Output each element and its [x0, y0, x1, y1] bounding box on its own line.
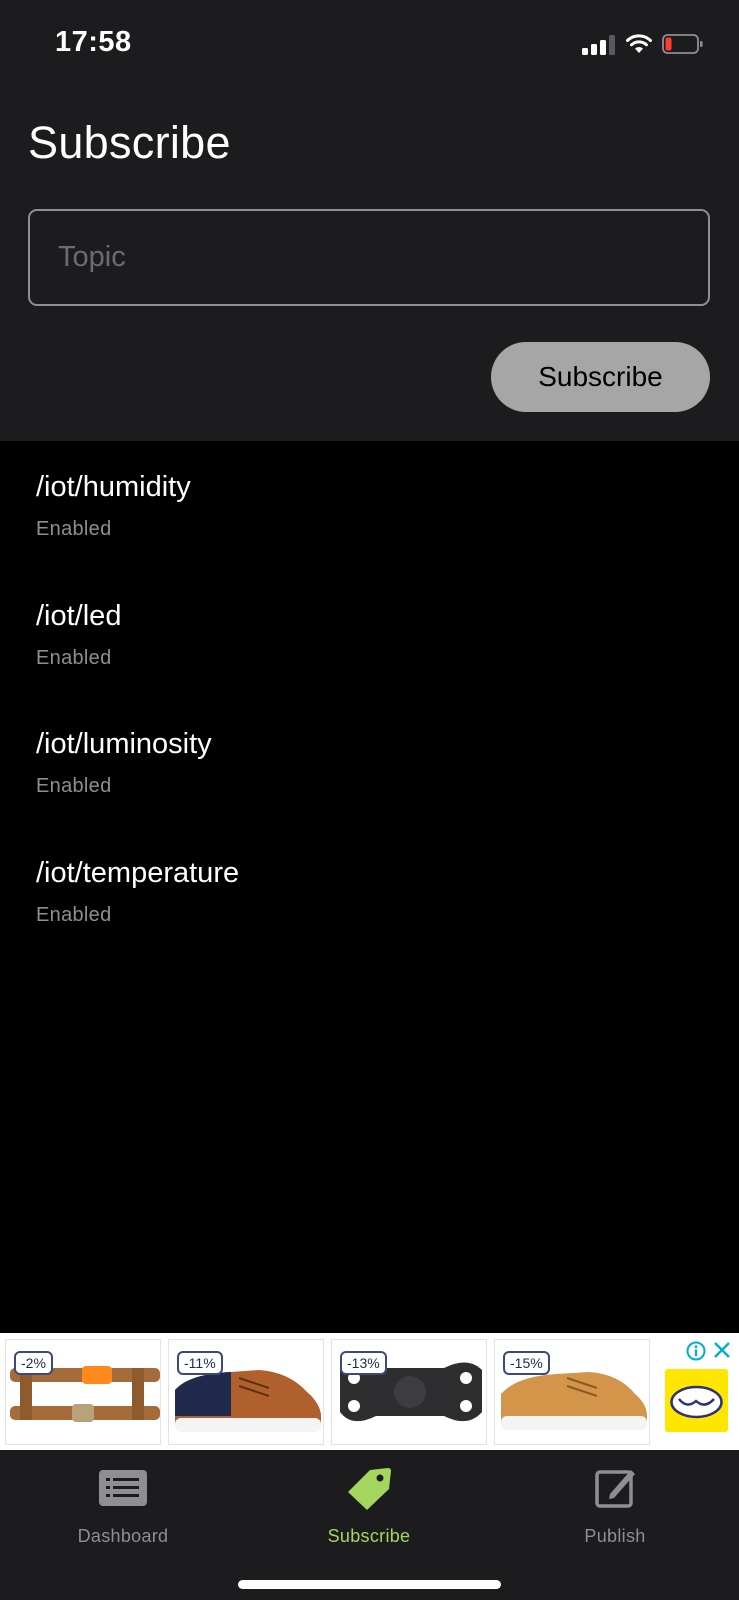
topic-status: Enabled [36, 646, 112, 669]
ad-product-card[interactable]: -13% [331, 1339, 487, 1445]
tab-label: Subscribe [327, 1526, 411, 1546]
topic-input[interactable] [28, 209, 710, 306]
ad-discount-badge: -15% [503, 1351, 550, 1375]
list-icon [99, 1470, 147, 1506]
topic-list-item[interactable]: /iot/temperature Enabled [0, 827, 739, 956]
topic-list: /iot/humidity Enabled /iot/led Enabled /… [0, 441, 739, 955]
page-title: Subscribe [28, 117, 231, 168]
topic-status: Enabled [36, 518, 112, 540]
tab-dashboard[interactable]: Dashboard [0, 1450, 246, 1560]
status-time: 17:58 [55, 26, 132, 58]
ad-product-card[interactable]: -11% [168, 1339, 324, 1445]
ad-discount-badge: -11% [177, 1351, 223, 1375]
ad-close-icon[interactable] [713, 1341, 731, 1359]
topic-name: /iot/led [36, 599, 122, 632]
topic-name: /iot/temperature [36, 856, 240, 889]
ad-info-icon[interactable] [686, 1341, 706, 1361]
compose-icon [595, 1470, 635, 1508]
topic-status: Enabled [36, 903, 112, 926]
tab-subscribe[interactable]: Subscribe [246, 1450, 492, 1560]
ad-discount-badge: -13% [340, 1351, 387, 1375]
tab-label: Dashboard [77, 1526, 169, 1546]
home-indicator[interactable] [238, 1580, 501, 1589]
topic-name: /iot/humidity [36, 471, 191, 503]
tab-publish[interactable]: Publish [492, 1450, 738, 1560]
ad-discount-badge: -2% [14, 1351, 53, 1375]
topic-list-item[interactable]: /iot/luminosity Enabled [0, 698, 739, 827]
topic-name: /iot/luminosity [36, 728, 212, 760]
subscribe-button[interactable]: Subscribe [491, 342, 710, 412]
header-area: 17:58 Subscribe Subscribe [0, 0, 739, 441]
tab-bar: Dashboard Subscribe Publish [0, 1450, 739, 1600]
cellular-signal-icon [582, 33, 616, 55]
battery-low-icon [662, 34, 703, 54]
topic-list-item[interactable]: /iot/humidity Enabled [0, 441, 739, 570]
tab-label: Publish [584, 1526, 646, 1546]
ad-product-card[interactable]: -15% [494, 1339, 650, 1445]
wifi-icon [626, 34, 652, 53]
ad-product-card[interactable]: -2% [5, 1339, 161, 1445]
topic-status: Enabled [36, 775, 112, 797]
tag-icon [348, 1468, 391, 1510]
ad-banner[interactable]: -2% -11% -13% -15% [0, 1333, 739, 1450]
topic-list-item[interactable]: /iot/led Enabled [0, 570, 739, 699]
mercado-libre-logo [665, 1369, 728, 1432]
